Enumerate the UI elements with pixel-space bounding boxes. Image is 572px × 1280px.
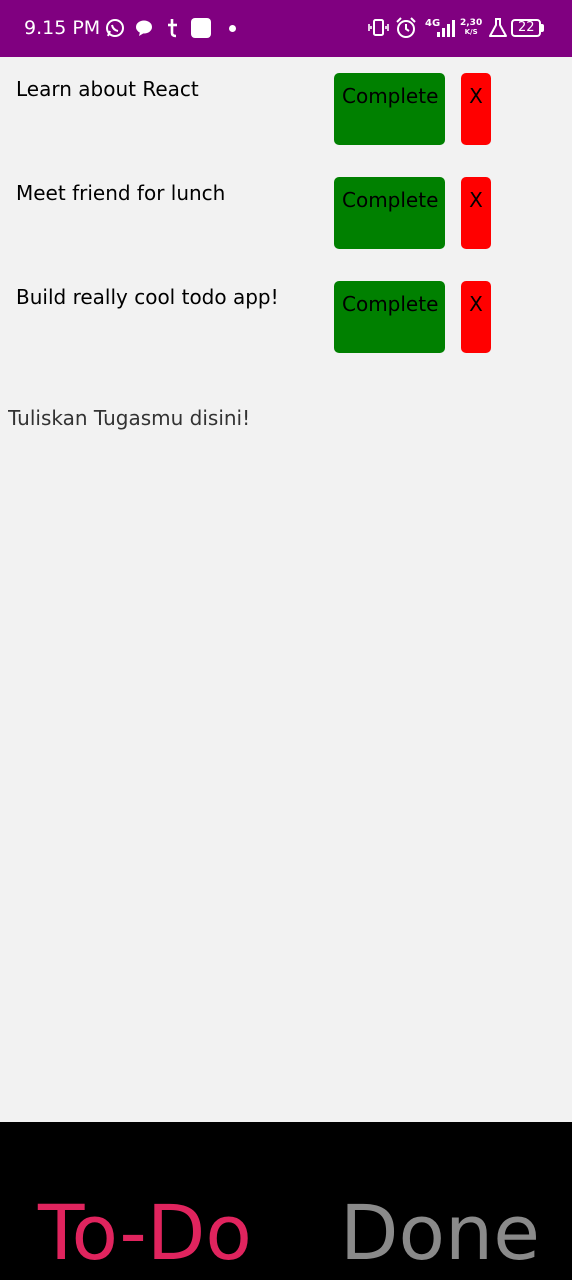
task-input[interactable] xyxy=(0,398,572,438)
tab-todo[interactable]: To-Do xyxy=(38,1188,252,1278)
status-time: 9.15 PM xyxy=(24,17,101,39)
flask-icon xyxy=(489,18,507,37)
app-square-icon xyxy=(191,18,211,38)
bottom-nav: To-Do Done xyxy=(0,1122,572,1280)
delete-button[interactable]: X xyxy=(461,177,491,249)
todo-text: Learn about React xyxy=(16,77,199,101)
battery-level: 22 xyxy=(518,20,535,35)
network-speed: 2,30 K/S xyxy=(460,18,483,37)
network-speed-unit: K/S xyxy=(464,28,478,36)
todo-item: Learn about React Complete X xyxy=(0,57,572,153)
complete-button[interactable]: Complete xyxy=(334,73,445,145)
todo-item: Build really cool todo app! Complete X xyxy=(0,265,572,361)
network-speed-value: 2,30 xyxy=(460,18,483,28)
delete-button[interactable]: X xyxy=(461,281,491,353)
tab-done[interactable]: Done xyxy=(340,1188,540,1278)
tumblr-icon xyxy=(168,19,177,38)
todo-text: Build really cool todo app! xyxy=(16,285,279,309)
battery-icon: 22 xyxy=(511,19,541,37)
signal-icon xyxy=(437,20,455,37)
dot-icon xyxy=(229,25,236,32)
complete-button[interactable]: Complete xyxy=(334,281,445,353)
complete-button[interactable]: Complete xyxy=(334,177,445,249)
todo-text: Meet friend for lunch xyxy=(16,181,226,205)
status-bar: 9.15 PM 4G 2,30 K/S 22 xyxy=(0,0,572,57)
vibrate-icon xyxy=(368,19,389,36)
delete-button[interactable]: X xyxy=(461,73,491,145)
todo-item: Meet friend for lunch Complete X xyxy=(0,161,572,257)
whatsapp-icon xyxy=(106,19,124,37)
chat-bubble-icon xyxy=(136,20,152,36)
alarm-icon xyxy=(396,17,416,38)
battery-tip xyxy=(541,24,544,32)
